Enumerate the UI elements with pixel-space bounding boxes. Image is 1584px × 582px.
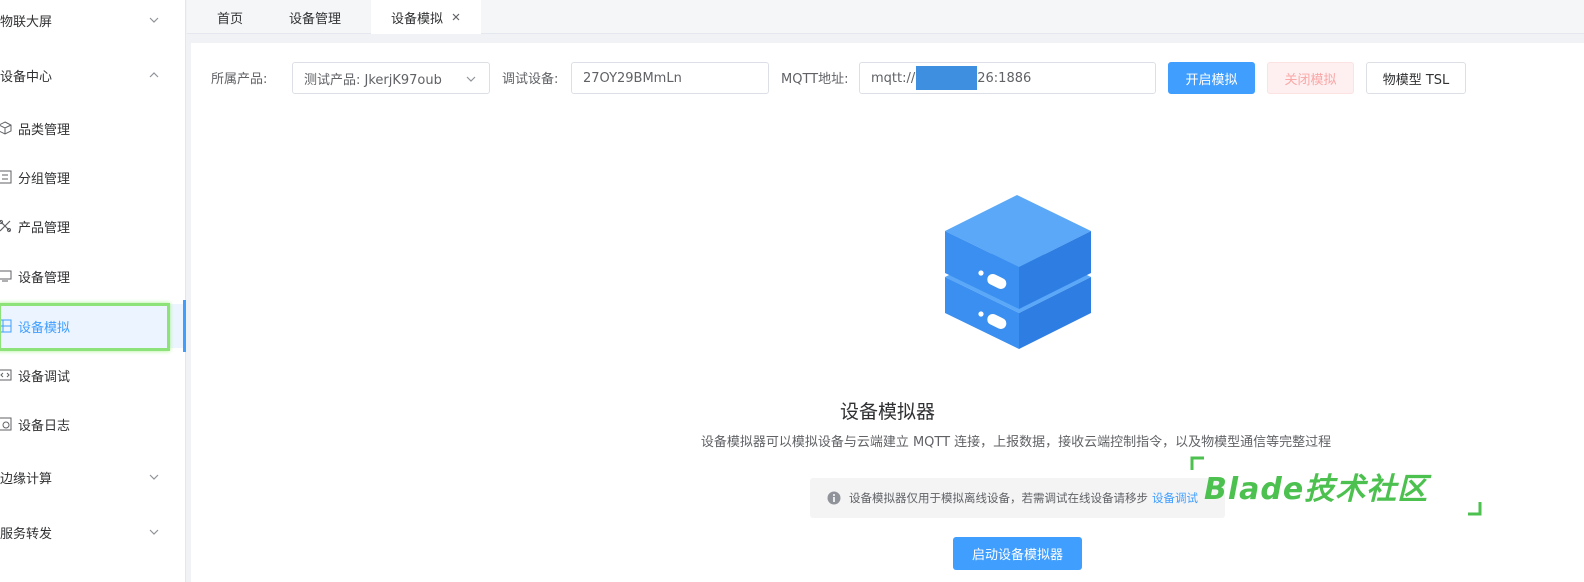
stop-simulation-button[interactable]: 关闭模拟: [1267, 62, 1354, 94]
debug-icon: [0, 369, 12, 381]
sidebar-item-label: 设备日志: [18, 418, 71, 434]
sidebar-item-group[interactable]: 分组管理: [0, 155, 186, 199]
mqtt-address-input[interactable]: mqtt:// 26:1886: [859, 62, 1156, 94]
active-indicator: [183, 300, 186, 352]
product-icon: [0, 219, 12, 233]
sidebar-item-device-debug[interactable]: 设备调试: [0, 353, 186, 397]
chevron-down-icon: [149, 474, 159, 480]
watermark: Blade技术社区: [1190, 456, 1482, 516]
tab-bar: 首页 设备管理 设备模拟: [187, 0, 1584, 34]
tab-device-simulate[interactable]: 设备模拟: [371, 0, 481, 34]
sidebar-item-device-log[interactable]: 设备日志: [0, 402, 186, 446]
sidebar-item-label: 设备调试: [18, 369, 71, 385]
mqtt-label: MQTT地址:: [781, 72, 849, 87]
sidebar-group-label: 设备中心: [0, 69, 53, 85]
device-input-value: 27OY29BMmLn: [583, 70, 682, 86]
notice-text: 设备模拟器仅用于模拟离线设备，若需调试在线设备请移步: [849, 491, 1148, 505]
tab-home[interactable]: 首页: [217, 0, 243, 34]
sidebar-item-label: 分组管理: [18, 171, 71, 187]
start-simulator-button[interactable]: 启动设备模拟器: [953, 537, 1082, 570]
chevron-down-icon: [149, 529, 159, 535]
mqtt-prefix: mqtt://: [871, 70, 916, 86]
tab-label: 首页: [217, 11, 244, 27]
simulator-title: 设备模拟器: [839, 401, 935, 423]
redaction-block: [916, 66, 978, 90]
sidebar-group-label: 服务转发: [0, 526, 53, 542]
notice-text-wrap: 设备模拟器仅用于模拟离线设备，若需调试在线设备请移步 设备调试: [849, 490, 1198, 506]
sidebar-group-service-forward[interactable]: 服务转发: [0, 512, 186, 552]
chevron-down-icon: [149, 17, 159, 23]
sidebar-item-product[interactable]: 产品管理: [0, 204, 186, 248]
group-icon: [0, 170, 12, 184]
device-input[interactable]: 27OY29BMmLn: [571, 62, 769, 94]
tab-label: 设备模拟: [391, 11, 444, 27]
cube-icon: [0, 121, 12, 135]
server-illustration: [945, 195, 1091, 349]
tab-label: 设备管理: [289, 11, 342, 27]
simulator-description: 设备模拟器可以模拟设备与云端建立 MQTT 连接，上报数据，接收云端控制指令，以…: [700, 435, 1332, 450]
sidebar-group-dashboard[interactable]: 物联大屏: [0, 0, 186, 40]
tsl-button[interactable]: 物模型 TSL: [1366, 62, 1466, 94]
sidebar-item-device-manage[interactable]: 设备管理: [0, 254, 186, 298]
mqtt-suffix: 26:1886: [977, 70, 1032, 86]
product-select-value: 测试产品: JkerjK97oub: [304, 72, 442, 88]
app-root: 物联大屏 设备中心 品类管理 分组管理 产品管理 设备管理 设备模拟 设备调试 …: [0, 0, 1584, 582]
notice-box: 设备模拟器仅用于模拟离线设备，若需调试在线设备请移步 设备调试: [810, 478, 1225, 518]
watermark-text: Blade技术社区: [1204, 472, 1429, 507]
sidebar-group-label: 物联大屏: [0, 14, 53, 30]
chevron-up-icon: [149, 72, 159, 78]
sidebar-item-device-simulate[interactable]: 设备模拟: [0, 300, 186, 352]
monitor-icon: [0, 270, 12, 282]
log-icon: [0, 417, 12, 431]
sidebar: 物联大屏 设备中心 品类管理 分组管理 产品管理 设备管理 设备模拟 设备调试 …: [0, 0, 186, 582]
sidebar-item-label: 品类管理: [18, 122, 71, 138]
sidebar-item-category[interactable]: 品类管理: [0, 106, 186, 150]
sidebar-item-label: 设备模拟: [18, 320, 71, 336]
product-select[interactable]: 测试产品: JkerjK97oub: [292, 62, 490, 94]
sidebar-item-label: 产品管理: [18, 220, 71, 236]
start-simulation-button[interactable]: 开启模拟: [1168, 62, 1255, 94]
device-label: 调试设备:: [502, 72, 559, 87]
sidebar-group-device-center[interactable]: 设备中心: [0, 55, 186, 95]
simulate-icon: [0, 319, 12, 333]
tab-device-manage[interactable]: 设备管理: [289, 0, 341, 34]
close-icon[interactable]: [451, 12, 461, 22]
sidebar-group-label: 边缘计算: [0, 471, 53, 487]
product-label: 所属产品:: [211, 72, 268, 87]
info-icon: [827, 491, 841, 505]
sidebar-item-label: 设备管理: [18, 270, 71, 286]
chevron-down-icon: [466, 76, 476, 82]
sidebar-group-edge-computing[interactable]: 边缘计算: [0, 457, 186, 497]
